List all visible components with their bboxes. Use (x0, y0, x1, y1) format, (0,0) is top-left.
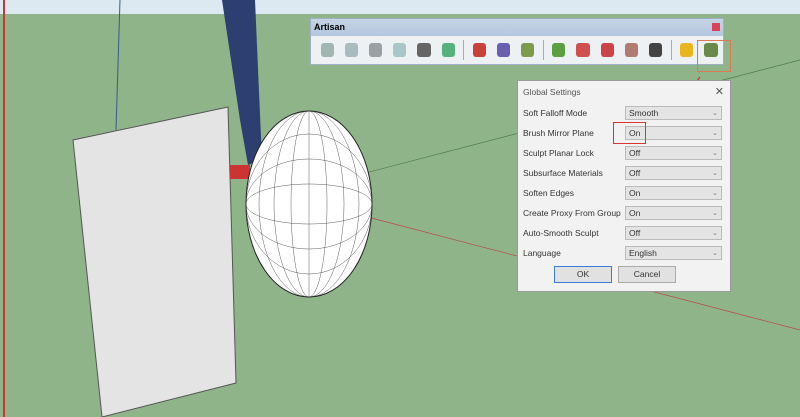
chevron-down-icon: ⌄ (712, 130, 718, 137)
organic-icon[interactable] (441, 42, 455, 57)
chevron-down-icon: ⌄ (712, 150, 718, 157)
sculpt-planar-lock-select[interactable]: Off ⌄ (625, 146, 722, 160)
chevron-down-icon: ⌄ (712, 170, 718, 177)
toolbar-separator (463, 39, 465, 60)
shoe (230, 165, 250, 179)
soft-select-icon[interactable] (576, 42, 590, 57)
sculpt-add-icon[interactable] (472, 42, 486, 57)
chevron-down-icon: ⌄ (712, 110, 718, 117)
setting-label: Sculpt Planar Lock (523, 148, 594, 158)
cancel-button[interactable]: Cancel (618, 266, 676, 283)
blue-axis (115, 0, 121, 131)
highlight-box (697, 40, 731, 72)
knife-icon[interactable] (393, 42, 407, 57)
toolbar-separator (670, 39, 672, 60)
select-value: Off (629, 168, 641, 178)
move-icon[interactable] (649, 42, 663, 57)
chevron-down-icon: ⌄ (712, 250, 718, 257)
artisan-toolbar: Artisan (310, 18, 724, 65)
close-icon[interactable]: ✕ (715, 81, 724, 103)
setting-label: Subsurface Materials (523, 168, 603, 178)
toolbar-icons (311, 36, 723, 63)
setting-label: Soften Edges (523, 188, 575, 198)
select-value: Off (629, 148, 641, 158)
grow-icon[interactable] (600, 42, 614, 57)
toolbar-title: Artisan (314, 22, 346, 32)
select-value: English (629, 248, 657, 258)
setting-label: Create Proxy From Group (523, 208, 621, 218)
select-value: Off (629, 228, 641, 238)
setting-label: Soft Falloff Mode (523, 108, 588, 118)
setting-row-sculpt-planar-lock: Sculpt Planar Lock Off ⌄ (518, 143, 730, 163)
highlight-box (613, 122, 646, 144)
chevron-down-icon: ⌄ (712, 230, 718, 237)
soften-edges-select[interactable]: On ⌄ (625, 186, 722, 200)
setting-row-soften-edges: Soften Edges On ⌄ (518, 183, 730, 203)
crease-icon[interactable] (368, 42, 383, 57)
setting-row-soft-falloff-mode: Soft Falloff Mode Smooth ⌄ (518, 103, 730, 123)
select-value: Smooth (629, 108, 659, 118)
setting-label: Brush Mirror Plane (523, 128, 594, 138)
select-icon[interactable] (552, 42, 566, 57)
shrink-icon[interactable] (624, 42, 639, 57)
auto-smooth-sculpt-select[interactable]: Off ⌄ (625, 226, 722, 240)
dialog-title: Global Settings (523, 87, 581, 97)
soft-falloff-mode-select[interactable]: Smooth ⌄ (625, 106, 722, 120)
chevron-down-icon: ⌄ (712, 190, 718, 197)
create-proxy-from-group-select[interactable]: On ⌄ (625, 206, 722, 220)
toolbar-titlebar[interactable]: Artisan (311, 19, 723, 36)
close-icon[interactable] (712, 23, 720, 31)
smooth-icon[interactable] (344, 42, 358, 57)
select-value: On (629, 208, 641, 218)
ok-button[interactable]: OK (554, 266, 612, 283)
dialog-titlebar[interactable]: Global Settings ✕ (518, 81, 730, 103)
subsurface-materials-select[interactable]: Off ⌄ (625, 166, 722, 180)
setting-label: Language (523, 248, 561, 258)
language-select[interactable]: English ⌄ (625, 246, 722, 260)
sculpt-smooth-icon[interactable] (521, 42, 535, 57)
sculpt-pull-icon[interactable] (496, 42, 511, 57)
subdivide-icon[interactable] (320, 42, 334, 57)
setting-row-subsurface-materials: Subsurface Materials Off ⌄ (518, 163, 730, 183)
setting-row-language: Language English ⌄ (518, 243, 730, 263)
vertex-icon[interactable] (417, 42, 431, 57)
select-value: On (629, 188, 641, 198)
chevron-down-icon: ⌄ (712, 210, 718, 217)
gray-panel[interactable] (72, 106, 237, 417)
toolbar-separator (542, 39, 544, 60)
setting-row-create-proxy-from-group: Create Proxy From Group On ⌄ (518, 203, 730, 223)
info-icon[interactable] (680, 42, 694, 57)
global-settings-dialog: Global Settings ✕ Soft Falloff Mode Smooth… (517, 80, 731, 292)
setting-row-auto-smooth-sculpt: Auto-Smooth Sculpt Off ⌄ (518, 223, 730, 243)
setting-label: Auto-Smooth Sculpt (523, 228, 599, 238)
